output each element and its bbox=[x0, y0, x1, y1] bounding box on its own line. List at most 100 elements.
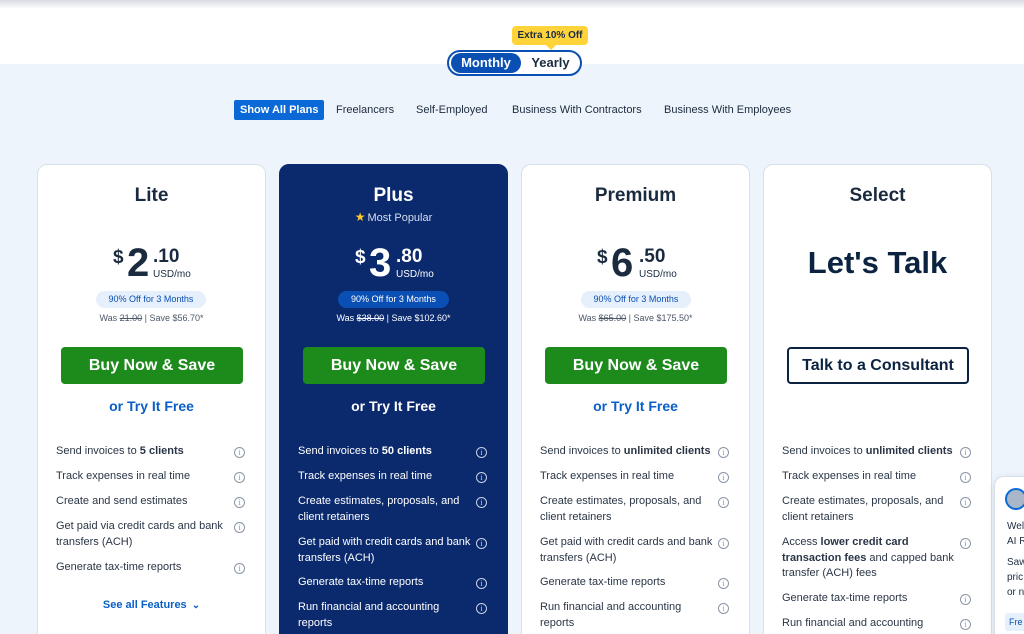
plan-name: Lite bbox=[134, 185, 169, 206]
price-whole: 6 bbox=[611, 241, 634, 285]
top-shadow bbox=[0, 0, 1024, 9]
extra-off-badge: Extra 10% Off bbox=[512, 26, 588, 50]
info-icon[interactable]: i bbox=[476, 447, 487, 458]
price-unit: USD/mo bbox=[639, 269, 677, 280]
buy-now-button[interactable]: Buy Now & Save bbox=[61, 347, 243, 384]
info-icon[interactable]: i bbox=[718, 447, 729, 458]
feature-item: Run financial and accounting reports bbox=[298, 601, 440, 629]
yearly-option[interactable]: Yearly bbox=[521, 53, 580, 73]
discount-badge: 90% Off for 3 Months bbox=[96, 291, 206, 308]
price-cents: .10 bbox=[153, 246, 180, 267]
info-icon[interactable]: i bbox=[234, 563, 245, 574]
feature-item: Run financial and accounting reports bbox=[540, 601, 682, 629]
feature-item: Get paid via credit cards and bank trans… bbox=[56, 520, 223, 548]
info-icon[interactable]: i bbox=[718, 538, 729, 549]
feature-item: Generate tax-time reports bbox=[540, 576, 666, 588]
was-price: Was 21.00 | Save $56.70* bbox=[99, 313, 204, 323]
chat-widget[interactable]: Welc AI R Saw pric or n Fre bbox=[994, 476, 1024, 634]
most-popular-label: ★ Most Popular bbox=[354, 210, 433, 224]
chat-chip[interactable]: Fre bbox=[1005, 613, 1024, 631]
chat-text: Welc bbox=[1007, 521, 1024, 532]
info-icon[interactable]: i bbox=[234, 497, 245, 508]
info-icon[interactable]: i bbox=[718, 472, 729, 483]
feature-item: Send invoices to 5 clients bbox=[56, 445, 184, 457]
plan-name: Premium bbox=[594, 185, 677, 206]
feature-item: Send invoices to 50 clients bbox=[298, 445, 432, 457]
filter-business-employees[interactable]: Business With Employees bbox=[664, 100, 791, 120]
feature-item: Create and send estimates bbox=[56, 495, 188, 507]
info-icon[interactable]: i bbox=[960, 472, 971, 483]
feature-item: Generate tax-time reports bbox=[782, 592, 908, 604]
was-price: Was $65.00 | Save $175.50* bbox=[578, 313, 693, 323]
plan-price: $ 6 .50 USD/mo bbox=[522, 243, 749, 283]
info-icon[interactable]: i bbox=[960, 619, 971, 630]
plan-card-select: Select Let's Talk Talk to a Consultant S… bbox=[763, 164, 992, 634]
try-free-link[interactable]: or Try It Free bbox=[38, 398, 265, 414]
billing-toggle[interactable]: Monthly Yearly bbox=[447, 50, 582, 76]
info-icon[interactable]: i bbox=[960, 447, 971, 458]
filter-self-employed[interactable]: Self-Employed bbox=[416, 100, 488, 120]
filter-freelancers[interactable]: Freelancers bbox=[336, 100, 394, 120]
discount-badge: 90% Off for 3 Months bbox=[338, 291, 449, 308]
talk-to-consultant-button[interactable]: Talk to a Consultant bbox=[787, 347, 969, 384]
buy-now-button[interactable]: Buy Now & Save bbox=[545, 347, 727, 384]
price-currency: $ bbox=[113, 247, 124, 268]
feature-item: Create estimates, proposals, and client … bbox=[782, 495, 944, 523]
price-cents: .50 bbox=[639, 246, 666, 267]
feature-item: Track expenses in real time bbox=[298, 470, 433, 482]
chat-text: pric bbox=[1007, 572, 1024, 583]
filter-show-all-plans[interactable]: Show All Plans bbox=[234, 100, 325, 120]
plan-filters: Show All Plans Freelancers Self-Employed… bbox=[0, 100, 1024, 120]
was-price: Was $38.00 | Save $102.60* bbox=[336, 313, 451, 323]
info-icon[interactable]: i bbox=[476, 472, 487, 483]
feature-item: Generate tax-time reports bbox=[298, 576, 424, 588]
filter-business-contractors[interactable]: Business With Contractors bbox=[512, 100, 642, 120]
feature-item: Track expenses in real time bbox=[540, 470, 675, 482]
info-icon[interactable]: i bbox=[718, 578, 729, 589]
info-icon[interactable]: i bbox=[960, 497, 971, 508]
feature-item: Create estimates, proposals, and client … bbox=[298, 495, 460, 523]
feature-item: Track expenses in real time bbox=[782, 470, 917, 482]
avatar bbox=[1005, 488, 1024, 510]
price-currency: $ bbox=[597, 247, 608, 268]
chat-text: AI R bbox=[1007, 536, 1024, 547]
plan-price: $ 2 .10 USD/mo bbox=[38, 243, 265, 283]
info-icon[interactable]: i bbox=[234, 447, 245, 458]
feature-item: Access lower credit card transaction fee… bbox=[782, 536, 954, 579]
info-icon[interactable]: i bbox=[234, 472, 245, 483]
feature-item: Get paid with credit cards and bank tran… bbox=[298, 536, 471, 564]
info-icon[interactable]: i bbox=[476, 603, 487, 614]
info-icon[interactable]: i bbox=[234, 522, 245, 533]
price-whole: 2 bbox=[127, 241, 150, 285]
price-unit: USD/mo bbox=[396, 269, 434, 280]
plan-name: Select bbox=[849, 185, 906, 206]
star-icon: ★ bbox=[354, 210, 366, 224]
info-icon[interactable]: i bbox=[718, 603, 729, 614]
info-icon[interactable]: i bbox=[476, 497, 487, 508]
chat-text: Saw bbox=[1007, 557, 1024, 568]
plan-price: $ 3 .80 USD/mo bbox=[280, 243, 507, 283]
info-icon[interactable]: i bbox=[960, 538, 971, 549]
buy-now-button[interactable]: Buy Now & Save bbox=[303, 347, 485, 384]
try-free-link[interactable]: or Try It Free bbox=[280, 398, 507, 414]
feature-item: Generate tax-time reports bbox=[56, 561, 182, 573]
plan-name: Plus bbox=[373, 185, 414, 206]
price-currency: $ bbox=[355, 247, 366, 268]
plan-card-plus: Plus ★ Most Popular $ 3 .80 USD/mo 90% Of… bbox=[279, 164, 508, 634]
info-icon[interactable]: i bbox=[476, 578, 487, 589]
chat-text: or n bbox=[1007, 587, 1024, 598]
lets-talk-heading: Let's Talk bbox=[807, 245, 948, 280]
feature-item: Send invoices to unlimited clients bbox=[782, 445, 953, 457]
try-free-link[interactable]: or Try It Free bbox=[522, 398, 749, 414]
plan-card-premium: Premium $ 6 .50 USD/mo 90% Off for 3 Mon… bbox=[521, 164, 750, 634]
info-icon[interactable]: i bbox=[718, 497, 729, 508]
see-all-features-link[interactable]: See all Features ⌄ bbox=[38, 599, 265, 611]
price-whole: 3 bbox=[369, 241, 392, 285]
feature-item: Send invoices to unlimited clients bbox=[540, 445, 711, 457]
info-icon[interactable]: i bbox=[960, 594, 971, 605]
feature-item: Run financial and accounting bbox=[782, 617, 924, 629]
discount-badge: 90% Off for 3 Months bbox=[581, 291, 691, 308]
monthly-option[interactable]: Monthly bbox=[451, 53, 521, 73]
feature-item: Get paid with credit cards and bank tran… bbox=[540, 536, 713, 564]
info-icon[interactable]: i bbox=[476, 538, 487, 549]
